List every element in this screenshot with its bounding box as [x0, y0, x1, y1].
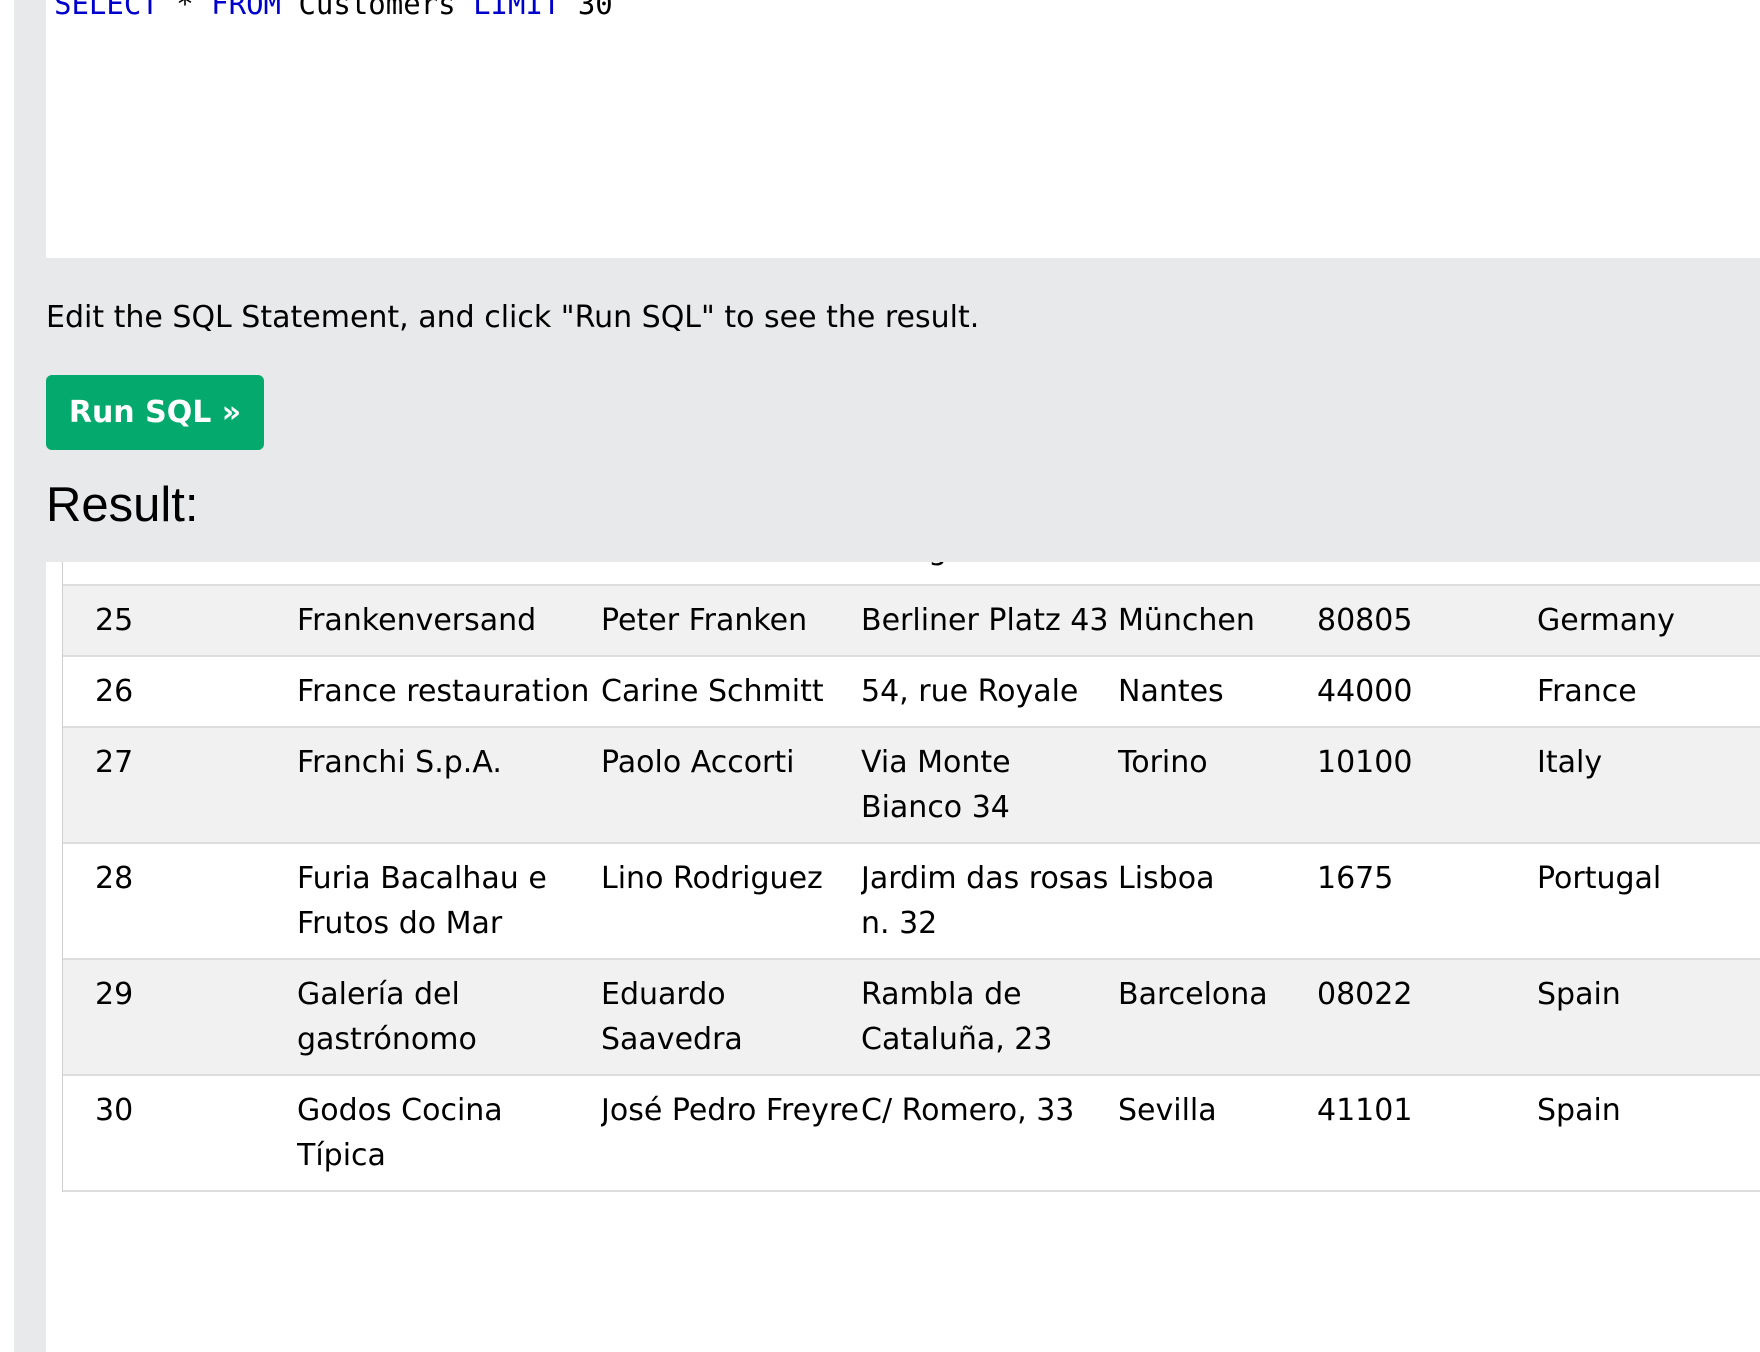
cell-city: München [1118, 603, 1255, 638]
cell-contact-name: Peter Franken [601, 603, 808, 638]
cell-postal-code: S-844 67 [1317, 562, 1537, 585]
sql-editor-code[interactable]: SELECT * FROM Customers LIMIT 30 [54, 0, 613, 22]
cell-customer-id: 26 [95, 674, 134, 709]
cell-address: Åkergatan 24 [861, 562, 1118, 585]
sql-keyword: FROM [211, 0, 281, 21]
cell-customer-name: Frankenversand [297, 603, 537, 638]
cell-postal-code: 10100 [1317, 745, 1413, 780]
cell-customer-id: 29 [95, 977, 134, 1012]
cell-country: Germany [1537, 603, 1675, 638]
cell-postal-code: 80805 [1317, 603, 1413, 638]
cell-postal-code: 1675 [1317, 861, 1394, 896]
cell-address: Jardim das rosas n. 32 [861, 861, 1109, 941]
table-row: 26 France restauration Carine Schmitt 54, r… [63, 656, 1760, 727]
table-row: 25 Frankenversand Peter Franken Berliner Pl… [63, 585, 1760, 656]
cell-customer-id: 24 [63, 562, 297, 585]
cell-city: Torino [1118, 745, 1208, 780]
cell-customer-id: 25 [95, 603, 134, 638]
cell-customer-name: Folk och fä HB [297, 562, 601, 585]
sql-text: Customers [281, 0, 474, 21]
run-sql-button[interactable]: Run SQL » [46, 375, 264, 450]
cell-postal-code: 08022 [1317, 977, 1413, 1012]
cell-country: Portugal [1537, 861, 1662, 896]
cell-contact-name: Carine Schmitt [601, 674, 824, 709]
table-row: 30 Godos Cocina Típica José Pedro Freyre C/… [63, 1075, 1760, 1191]
sql-keyword: SELECT [54, 0, 159, 21]
cell-contact-name: Lino Rodriguez [601, 861, 823, 896]
table-row: 27 Franchi S.p.A. Paolo Accorti Via Monte B… [63, 727, 1760, 843]
sql-text: * [158, 0, 212, 21]
cell-country: Sweden [1537, 562, 1760, 585]
cell-address: Berliner Platz 43 [861, 603, 1109, 638]
table-row: 29 Galería del gastrónomo Eduardo Saavedra… [63, 959, 1760, 1075]
cell-city: Lisboa [1118, 861, 1215, 896]
cell-address: C/ Romero, 33 [861, 1093, 1075, 1128]
cell-address: Via Monte Bianco 34 [861, 745, 1011, 825]
sql-text: 30 [560, 0, 613, 21]
cell-customer-id: 28 [95, 861, 134, 896]
cell-contact-name: Eduardo Saavedra [601, 977, 743, 1057]
cell-city: Bräcke [1118, 562, 1317, 585]
cell-address: 54, rue Royale [861, 674, 1079, 709]
cell-postal-code: 41101 [1317, 1093, 1413, 1128]
sql-editor[interactable]: SELECT * FROM Customers LIMIT 30 [46, 0, 1760, 258]
cell-customer-name: Galería del gastrónomo [297, 977, 477, 1057]
cell-postal-code: 44000 [1317, 674, 1413, 709]
cell-city: Nantes [1118, 674, 1224, 709]
cell-address: Rambla de Cataluña, 23 [861, 977, 1053, 1057]
result-heading: Result: [46, 478, 199, 532]
cell-customer-id: 27 [95, 745, 134, 780]
table-row: 28 Furia Bacalhau e Frutos do Mar Lino Rod… [63, 843, 1760, 959]
cell-city: Barcelona [1118, 977, 1268, 1012]
result-table: 24Folk och fä HBMaria LarssonÅkergatan 2… [63, 562, 1760, 1192]
result-area[interactable]: 24Folk och fä HBMaria LarssonÅkergatan 2… [46, 562, 1760, 1352]
cell-country: Italy [1537, 745, 1603, 780]
cell-country: France [1537, 674, 1637, 709]
result-table-container: 24Folk och fä HBMaria LarssonÅkergatan 2… [62, 562, 1760, 1192]
cell-customer-name: Franchi S.p.A. [297, 745, 502, 780]
cell-contact-name: José Pedro Freyre [601, 1093, 860, 1128]
cell-contact-name: Maria Larsson [601, 562, 861, 585]
cell-country: Spain [1537, 1093, 1621, 1128]
table-row: 24Folk och fä HBMaria LarssonÅkergatan 2… [63, 562, 1760, 585]
sql-keyword: LIMIT [473, 0, 561, 21]
cell-country: Spain [1537, 977, 1621, 1012]
page-left-margin [0, 0, 14, 1352]
cell-contact-name: Paolo Accorti [601, 745, 795, 780]
instruction-text: Edit the SQL Statement, and click "Run S… [46, 300, 980, 335]
cell-customer-id: 30 [95, 1093, 134, 1128]
cell-customer-name: Furia Bacalhau e Frutos do Mar [297, 861, 547, 941]
cell-customer-name: France restauration [297, 674, 590, 709]
cell-city: Sevilla [1118, 1093, 1217, 1128]
cell-customer-name: Godos Cocina Típica [297, 1093, 503, 1173]
